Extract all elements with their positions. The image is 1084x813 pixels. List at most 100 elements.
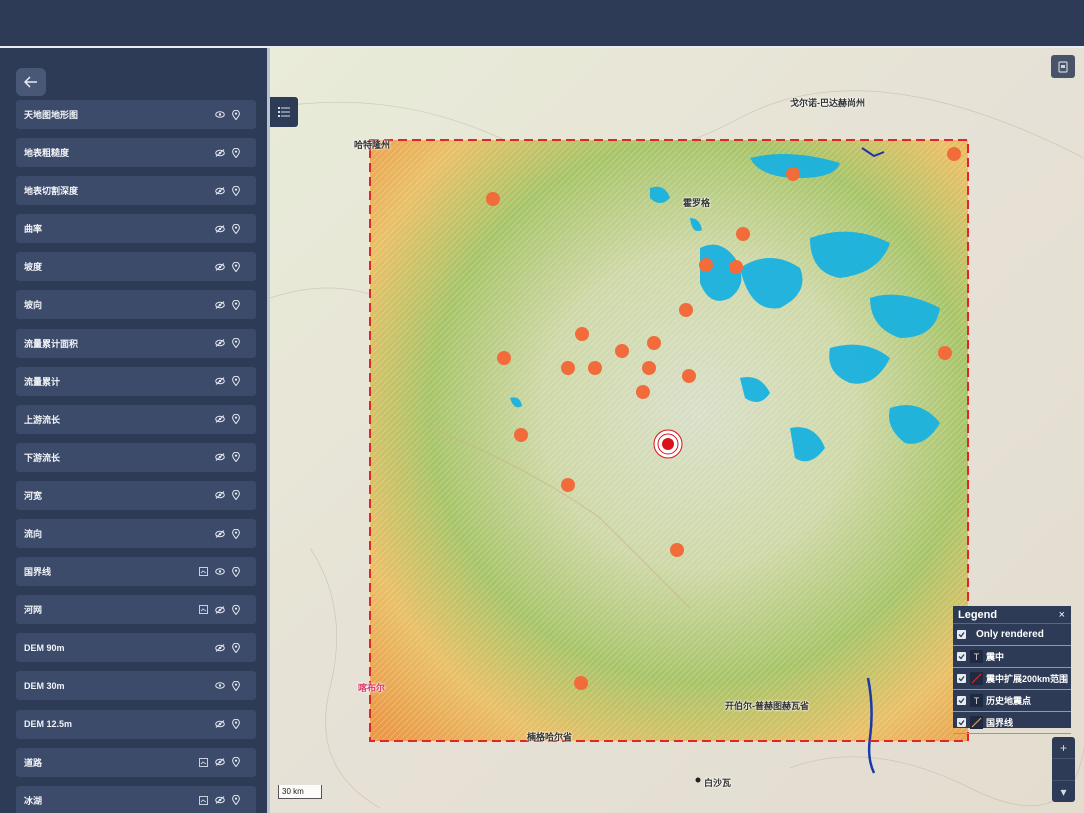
layer-row[interactable]: DEM 12.5m <box>16 709 256 739</box>
layer-row[interactable]: 道路 <box>16 747 256 777</box>
layer-row[interactable]: 河宽 <box>16 480 256 510</box>
eye-off-icon[interactable] <box>215 415 225 424</box>
layer-row[interactable]: 下游流长 <box>16 442 256 472</box>
layer-actions <box>199 595 240 624</box>
legend-item[interactable]: T 震中 <box>953 646 1071 668</box>
layer-row[interactable]: 流向 <box>16 519 256 549</box>
arrow-left-icon <box>24 76 37 88</box>
layer-row[interactable]: 地表切割深度 <box>16 176 256 206</box>
layer-row[interactable]: 流量累计面积 <box>16 328 256 358</box>
legend-title: Legend <box>958 608 998 621</box>
legend-line-symbol-icon <box>970 672 983 685</box>
locate-pin-icon[interactable] <box>232 109 240 120</box>
layer-label: DEM 90m <box>24 642 65 653</box>
eye-off-icon[interactable] <box>215 796 225 805</box>
legend-text-symbol-icon: T <box>970 650 983 663</box>
layer-actions <box>215 176 240 205</box>
layer-legend-icon[interactable] <box>199 757 208 767</box>
layer-label: 国界线 <box>24 567 52 578</box>
layer-row[interactable]: DEM 90m <box>16 633 256 663</box>
legend-close-button[interactable]: × <box>1059 609 1065 621</box>
locate-pin-icon[interactable] <box>232 719 240 729</box>
layer-actions <box>215 138 240 167</box>
eye-icon[interactable] <box>215 568 225 575</box>
layer-row[interactable]: 坡度 <box>16 252 256 282</box>
locate-pin-icon[interactable] <box>232 795 240 806</box>
layer-row[interactable]: 河网 <box>16 595 256 625</box>
eye-off-icon[interactable] <box>215 224 225 233</box>
eye-off-icon[interactable] <box>215 605 225 614</box>
checkbox-checked-icon[interactable] <box>957 696 966 705</box>
layer-row[interactable]: 流量累计 <box>16 366 256 396</box>
locate-pin-icon[interactable] <box>232 223 240 234</box>
layer-label: 地表粗糙度 <box>24 148 70 159</box>
layer-actions <box>215 405 240 434</box>
layer-row[interactable]: 坡向 <box>16 290 256 320</box>
eye-off-icon[interactable] <box>215 377 225 386</box>
locate-pin-icon[interactable] <box>232 147 240 158</box>
zoom-out-button[interactable]: ▾ <box>1052 781 1075 802</box>
locate-pin-icon[interactable] <box>232 566 240 577</box>
locate-pin-icon[interactable] <box>232 299 240 310</box>
eye-off-icon[interactable] <box>215 262 225 271</box>
checkbox-checked-icon[interactable] <box>957 674 966 683</box>
layer-label: 河网 <box>24 605 43 616</box>
eye-icon[interactable] <box>215 111 225 118</box>
eye-off-icon[interactable] <box>215 529 225 538</box>
locate-pin-icon[interactable] <box>232 414 240 425</box>
layer-row[interactable]: 上游流长 <box>16 404 256 434</box>
locate-pin-icon[interactable] <box>232 642 240 653</box>
layer-actions <box>199 786 240 813</box>
zoom-level-track[interactable] <box>1052 759 1075 781</box>
legend-item[interactable]: 国界线 <box>953 712 1071 734</box>
eye-off-icon[interactable] <box>215 148 225 157</box>
locate-pin-icon[interactable] <box>232 680 240 691</box>
layer-label: 坡度 <box>24 262 43 273</box>
layer-row[interactable]: 冰湖 <box>16 785 256 813</box>
eye-off-icon[interactable] <box>215 339 225 347</box>
layer-row[interactable]: 国界线 <box>16 557 256 587</box>
eye-off-icon[interactable] <box>215 720 225 728</box>
legend-item[interactable]: 震中扩展200km范围 <box>953 668 1071 690</box>
layer-row[interactable]: DEM 30m <box>16 671 256 701</box>
checkbox-checked-icon[interactable] <box>957 652 966 661</box>
eye-off-icon[interactable] <box>215 186 225 195</box>
legend-item[interactable]: T 历史地震点 <box>953 690 1071 712</box>
checkbox-checked-icon[interactable] <box>957 630 966 639</box>
layer-legend-icon[interactable] <box>199 567 208 577</box>
layer-row[interactable]: 地表粗糙度 <box>16 138 256 168</box>
eye-off-icon[interactable] <box>215 453 225 462</box>
locate-pin-icon[interactable] <box>232 490 240 501</box>
locate-pin-icon[interactable] <box>232 185 240 196</box>
legend-text-symbol-icon: T <box>970 694 983 707</box>
eye-off-icon[interactable] <box>215 301 225 309</box>
layer-menu-toggle[interactable] <box>270 97 298 127</box>
back-button[interactable] <box>16 68 46 96</box>
locate-pin-icon[interactable] <box>232 338 240 349</box>
print-button[interactable] <box>1051 55 1075 78</box>
eye-off-icon[interactable] <box>215 491 225 500</box>
checkbox-checked-icon[interactable] <box>957 718 966 727</box>
locate-pin-icon[interactable] <box>232 528 240 539</box>
zoom-in-button[interactable]: + <box>1052 737 1075 759</box>
map-label-kabul: 喀布尔 <box>358 683 386 693</box>
layer-label: 流量累计 <box>24 376 61 387</box>
layer-label: 河宽 <box>24 490 43 501</box>
map-label-kpk: 开伯尔-普赫图赫瓦省 <box>725 701 809 711</box>
layer-list: 天地图地形图地表粗糙度地表切割深度 曲率坡度坡向流量累计面积流量累计上游流长下游流… <box>16 100 256 813</box>
locate-pin-icon[interactable] <box>232 261 240 272</box>
legend-item-label: 历史地震点 <box>986 696 1032 706</box>
eye-off-icon[interactable] <box>215 643 225 652</box>
locate-pin-icon[interactable] <box>232 376 240 387</box>
legend-only-rendered[interactable]: Only rendered <box>953 624 1071 646</box>
locate-pin-icon[interactable] <box>232 452 240 463</box>
locate-pin-icon[interactable] <box>232 604 240 615</box>
layer-row[interactable]: 曲率 <box>16 214 256 244</box>
eye-off-icon[interactable] <box>215 758 225 766</box>
locate-pin-icon[interactable] <box>232 757 240 768</box>
legend-only-rendered-label: Only rendered <box>976 629 1044 640</box>
layer-legend-icon[interactable] <box>199 605 208 615</box>
layer-legend-icon[interactable] <box>199 795 208 805</box>
layer-row[interactable]: 天地图地形图 <box>16 100 256 129</box>
eye-icon[interactable] <box>215 682 225 690</box>
